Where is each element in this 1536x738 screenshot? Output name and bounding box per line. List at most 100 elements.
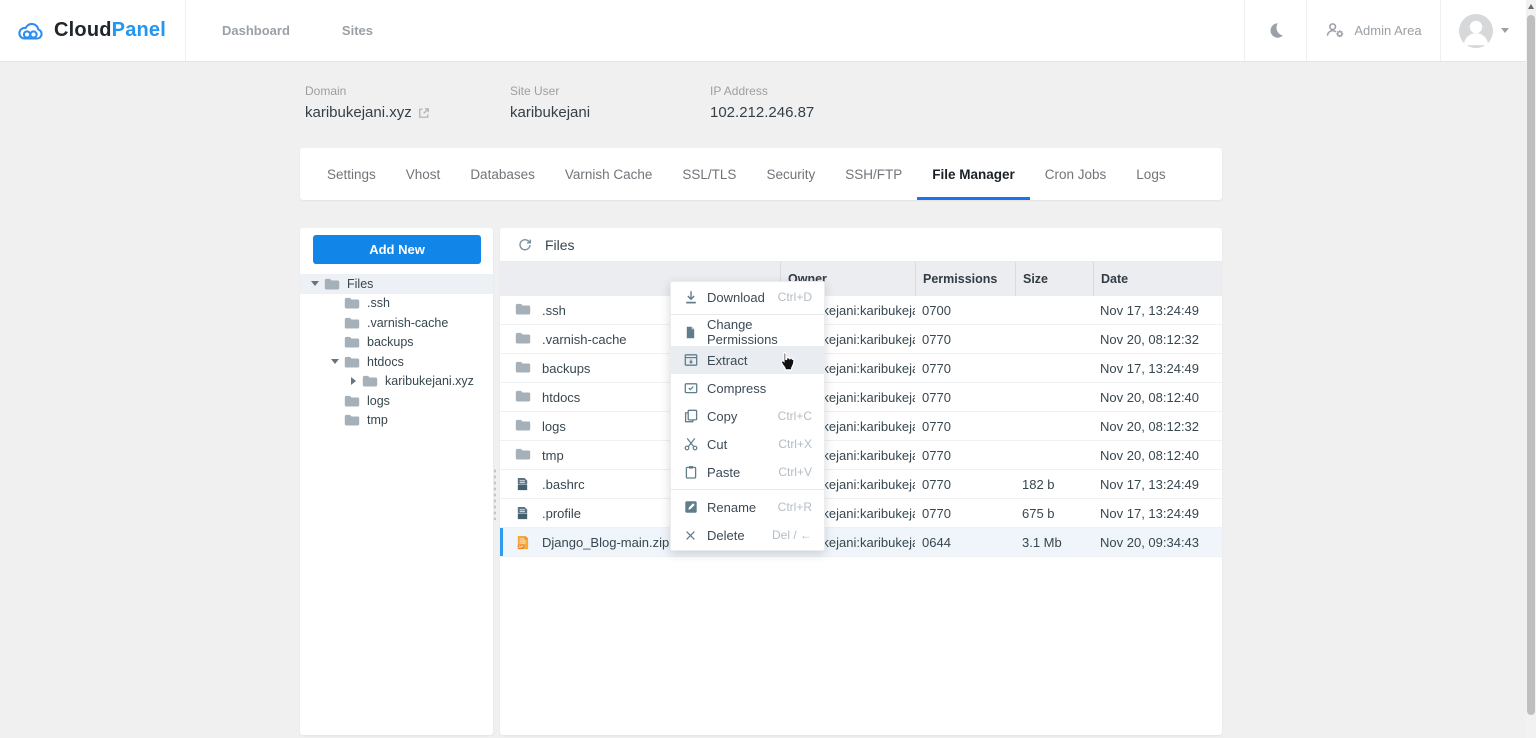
file-row-htdocs[interactable]: htdocskaribukejani:karibukejani0770Nov 2… (500, 383, 1222, 412)
menu-item-label: Extract (707, 352, 748, 368)
tree-node--varnish-cache[interactable]: .varnish-cache (300, 313, 493, 333)
tree-node-label: karibukejani.xyz (385, 374, 474, 389)
file-name: logs (542, 418, 566, 434)
folder-icon (515, 419, 532, 434)
dark-mode-toggle[interactable] (1244, 0, 1306, 61)
context-menu-item-rename[interactable]: Rename Ctrl+R (671, 493, 824, 521)
file-date: Nov 20, 09:34:43 (1100, 534, 1200, 550)
file-row--ssh[interactable]: .sshkaribukejani:karibukejani0700Nov 17,… (500, 296, 1222, 325)
domain-label: Domain (305, 84, 347, 98)
tab-ssl-tls[interactable]: SSL/TLS (667, 148, 751, 200)
context-menu-item-extract[interactable]: Extract (671, 346, 824, 374)
files-table-body: .sshkaribukejani:karibukejani0700Nov 17,… (500, 296, 1222, 557)
file-date: Nov 20, 08:12:32 (1100, 331, 1200, 347)
file-name: .varnish-cache (542, 331, 627, 347)
nav-item-sites[interactable]: Sites (342, 23, 373, 38)
cloud-logo-icon (16, 19, 46, 43)
file-size (1015, 296, 1093, 324)
files-panel: Files Owner Permissions Size Date .sshka… (500, 228, 1222, 735)
column-header-date[interactable]: Date (1093, 262, 1222, 296)
tab-ssh-ftp[interactable]: SSH/FTP (830, 148, 917, 200)
file-name: .profile (542, 505, 582, 521)
menu-divider (671, 489, 824, 490)
tab-cron-jobs[interactable]: Cron Jobs (1030, 148, 1122, 200)
file-date: Nov 17, 13:24:49 (1100, 302, 1200, 318)
tree-node-files[interactable]: Files (300, 274, 493, 294)
menu-item-shortcut: Del / ← (771, 528, 812, 542)
external-link-icon[interactable] (418, 107, 430, 119)
tree-node-logs[interactable]: logs (300, 391, 493, 411)
tab-file-manager[interactable]: File Manager (917, 148, 1030, 200)
download-icon (683, 290, 698, 305)
file-name: Django_Blog-main.zip (542, 534, 670, 550)
file-permissions: 0770 (922, 447, 951, 463)
rename-icon (683, 500, 698, 515)
tab-logs[interactable]: Logs (1121, 148, 1180, 200)
tree-caret-right-icon[interactable] (346, 377, 360, 386)
file-row-django-blog-main-zip[interactable]: ZIPDjango_Blog-main.zipkaribukejani:kari… (500, 528, 1222, 557)
file-row--profile[interactable]: .profilekaribukejani:karibukejani0770675… (500, 499, 1222, 528)
add-new-button[interactable]: Add New (313, 235, 481, 264)
file-size (1015, 383, 1093, 411)
copy-icon (683, 409, 698, 424)
tab-settings[interactable]: Settings (312, 148, 391, 200)
column-header-size[interactable]: Size (1015, 262, 1093, 296)
menu-item-shortcut: Ctrl+R (777, 500, 812, 514)
brand-logo[interactable]: CloudPanel (0, 0, 186, 61)
scrollbar-thumb[interactable] (1527, 15, 1535, 715)
file-row-tmp[interactable]: tmpkaribukejani:karibukejani0770Nov 20, … (500, 441, 1222, 470)
paste-icon (683, 465, 698, 480)
tree-caret-down-icon[interactable] (308, 281, 322, 287)
file-permissions: 0770 (922, 360, 951, 376)
scrollbar-up-arrow-icon[interactable] (1528, 4, 1534, 9)
panel-resize-handle[interactable] (493, 468, 497, 520)
context-menu-item-change-permissions[interactable]: Change Permissions (671, 317, 824, 347)
menu-item-label: Download (707, 289, 765, 305)
folder-icon (515, 448, 532, 463)
context-menu-item-cut[interactable]: Cut Ctrl+X (671, 430, 824, 458)
context-menu-item-paste[interactable]: Paste Ctrl+V (671, 458, 824, 486)
file-row--varnish-cache[interactable]: .varnish-cachekaribukejani:karibukejani0… (500, 325, 1222, 354)
files-table-header: Owner Permissions Size Date (500, 262, 1222, 296)
tree-caret-down-icon[interactable] (328, 359, 342, 365)
context-menu-item-download[interactable]: Download Ctrl+D (671, 283, 824, 311)
tab-varnish-cache[interactable]: Varnish Cache (550, 148, 668, 200)
tab-vhost[interactable]: Vhost (391, 148, 456, 200)
file-row-logs[interactable]: logskaribukejani:karibukejani0770Nov 20,… (500, 412, 1222, 441)
brand-name: CloudPanel (54, 19, 167, 41)
svg-text:ZIP: ZIP (518, 544, 523, 548)
context-menu-item-copy[interactable]: Copy Ctrl+C (671, 402, 824, 430)
context-menu-item-delete[interactable]: Delete Del / ← (671, 521, 824, 549)
files-panel-title: Files (545, 236, 575, 253)
file-permissions: 0700 (922, 302, 951, 318)
nav-item-dashboard[interactable]: Dashboard (222, 23, 290, 38)
menu-item-shortcut: Ctrl+V (778, 465, 812, 479)
context-menu-item-compress[interactable]: Compress (671, 374, 824, 402)
tree-node--ssh[interactable]: .ssh (300, 294, 493, 314)
cloudpanel-app: CloudPanel Dashboard Sites Admin Area Do… (0, 0, 1536, 738)
ip-address-value: 102.212.246.87 (710, 104, 815, 121)
file-icon (515, 506, 532, 521)
folder-icon (324, 278, 340, 290)
menu-item-label: Copy (707, 408, 738, 424)
file-permissions: 0770 (922, 389, 951, 405)
tab-databases[interactable]: Databases (455, 148, 550, 200)
admin-area-button[interactable]: Admin Area (1306, 0, 1440, 61)
file-name: htdocs (542, 389, 581, 405)
tab-security[interactable]: Security (751, 148, 830, 200)
file-row--bashrc[interactable]: .bashrckaribukejani:karibukejani0770182 … (500, 470, 1222, 499)
delete-icon (683, 528, 698, 543)
domain-value[interactable]: karibukejani.xyz (305, 104, 412, 121)
tree-node-tmp[interactable]: tmp (300, 411, 493, 431)
tree-node-karibukejani-xyz[interactable]: karibukejani.xyz (300, 372, 493, 392)
page-scrollbar[interactable] (1526, 0, 1536, 738)
column-header-permissions[interactable]: Permissions (915, 262, 1015, 296)
user-menu[interactable] (1440, 0, 1526, 61)
file-permissions: 0770 (922, 331, 951, 347)
file-row-backups[interactable]: backupskaribukejani:karibukejani0770Nov … (500, 354, 1222, 383)
compress-icon (683, 381, 698, 396)
file-size: 675 b (1022, 505, 1055, 521)
tree-node-htdocs[interactable]: htdocs (300, 352, 493, 372)
tree-node-backups[interactable]: backups (300, 333, 493, 353)
refresh-icon[interactable] (518, 238, 532, 252)
